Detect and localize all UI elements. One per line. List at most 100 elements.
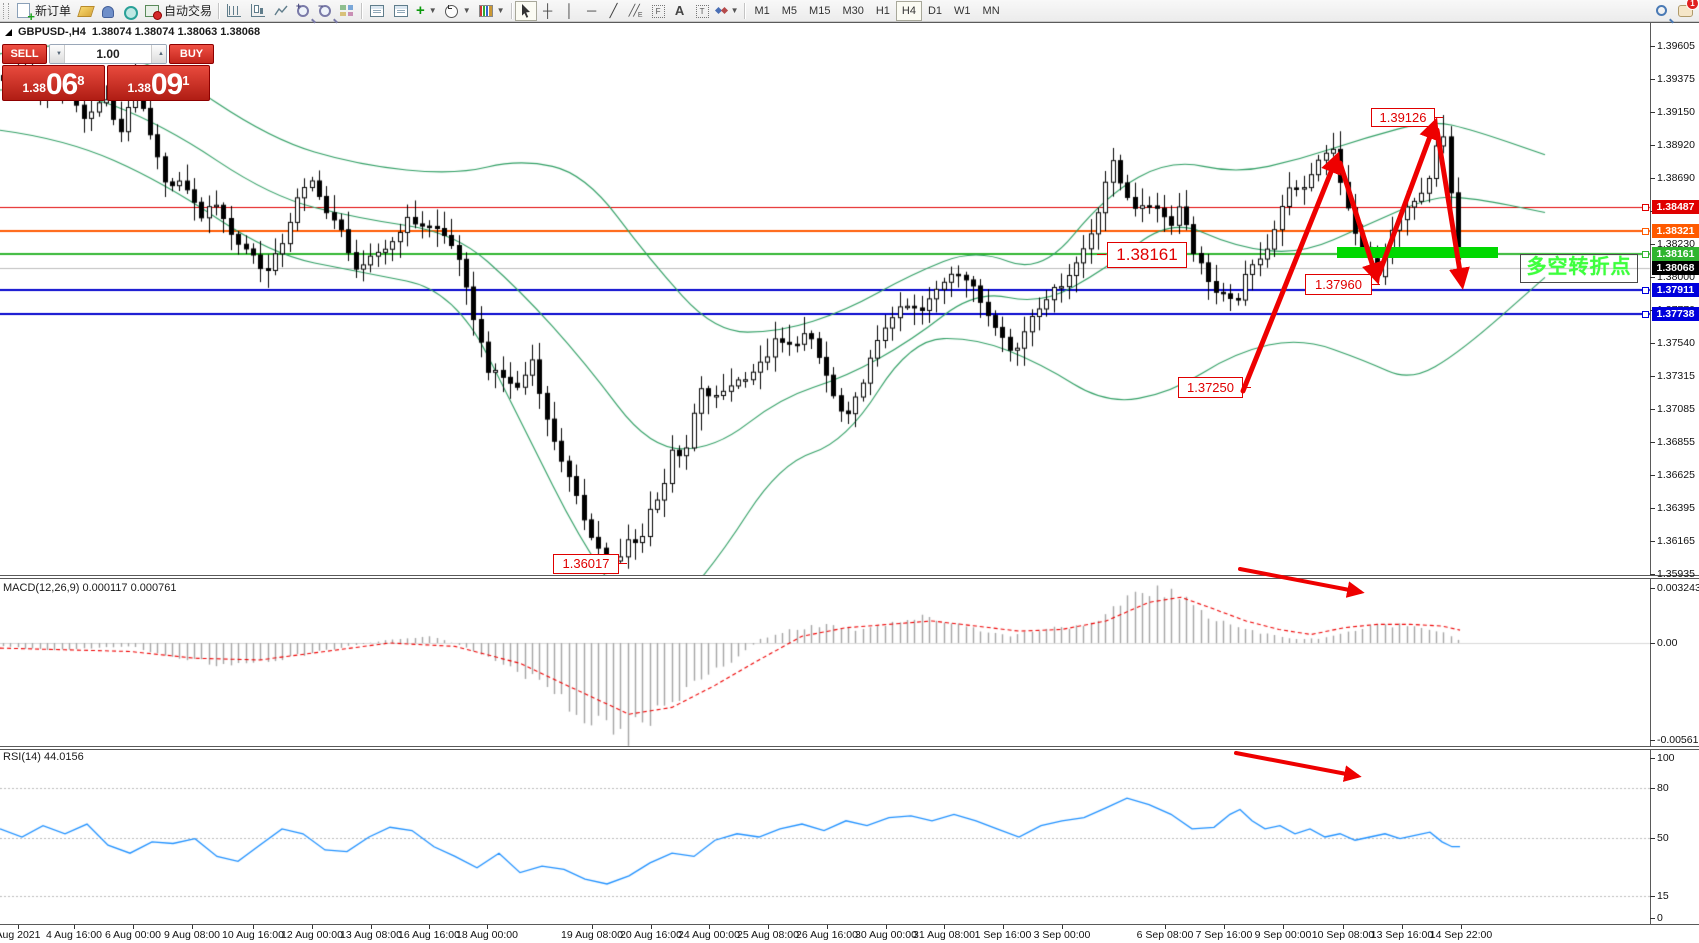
timeframe-button-h4[interactable]: H4 (896, 1, 922, 21)
sell-price-prefix: 1.38 (23, 78, 46, 98)
price-axis-tick-label: 1.38690 (1657, 172, 1695, 184)
signals-button[interactable] (118, 1, 140, 21)
terminal-window: + 新订单 自动交易 + − +▼ ▼ ▼ ┼ │ ─ ╱ ╱╱E F A T … (0, 0, 1699, 943)
indicators-button[interactable]: +▼ (413, 1, 440, 21)
zoom-out-button[interactable]: − (314, 1, 336, 21)
crosshair-tool-button[interactable]: ┼ (537, 1, 559, 21)
volume-increase-button[interactable]: ▲ (151, 45, 166, 63)
cursor-tool-button[interactable] (515, 1, 537, 21)
periods-button[interactable]: ▼ (440, 1, 474, 21)
price-axis-tick-label: 1.38920 (1657, 139, 1695, 151)
timeframe-button-m1[interactable]: M1 (748, 1, 775, 21)
buy-price-prefix: 1.38 (128, 78, 151, 98)
annotation-price-label-1.39126[interactable]: 1.39126 (1371, 108, 1435, 127)
text-label-button[interactable]: T (691, 1, 713, 21)
annotation-label-connector (1097, 254, 1106, 255)
text-tool-button[interactable]: A (669, 1, 691, 21)
candlestick-chart-button[interactable] (246, 1, 270, 21)
community-button[interactable] (96, 1, 118, 21)
sell-price-display[interactable]: 1.38068 (2, 65, 105, 101)
price-tag-1.37738: 1.37738 (1652, 307, 1699, 321)
turning-point-text[interactable]: 多空转折点 (1520, 254, 1638, 283)
price-axis-tick-label: 1.39375 (1657, 73, 1695, 85)
bar-chart-button[interactable] (222, 1, 246, 21)
line-anchor-marker[interactable] (1642, 287, 1649, 294)
annotation-label-connector (1242, 387, 1251, 388)
macd-pane-splitter[interactable] (0, 575, 1699, 579)
horizontal-line-button[interactable]: ─ (581, 1, 603, 21)
chevron-down-icon: ▼ (731, 6, 739, 15)
timeframe-button-h1[interactable]: H1 (870, 1, 896, 21)
timeframe-button-m5[interactable]: M5 (776, 1, 803, 21)
line-anchor-marker[interactable] (1642, 204, 1649, 211)
price-axis-border[interactable] (1650, 23, 1651, 925)
rsi-pane-splitter[interactable] (0, 746, 1699, 750)
timeframe-button-d1[interactable]: D1 (922, 1, 948, 21)
price-axis-tick-label: 1.35935 (1657, 568, 1695, 580)
equidistant-channel-button[interactable]: ╱╱E (625, 1, 647, 21)
line-anchor-marker[interactable] (1642, 251, 1649, 258)
price-tag-1.38068: 1.38068 (1652, 261, 1699, 275)
annotation-label-connector (1371, 284, 1380, 285)
tile-windows-button[interactable] (336, 1, 358, 21)
bar-chart-icon (227, 4, 241, 17)
buy-button[interactable]: BUY (169, 44, 214, 64)
line-chart-icon (273, 3, 289, 19)
search-button[interactable] (1651, 1, 1673, 21)
chart-title-ohlc: 1.38074 1.38074 1.38063 1.38068 (92, 26, 260, 38)
price-axis-tick-mark (1650, 277, 1655, 278)
price-axis-tick-mark (1650, 46, 1655, 47)
templates-button[interactable]: ▼ (474, 1, 508, 21)
candlestick-chart-icon (251, 4, 265, 17)
line-chart-button[interactable] (270, 1, 292, 21)
annotation-price-label-1.37250[interactable]: 1.37250 (1178, 377, 1243, 398)
annotation-price-label-1.37960[interactable]: 1.37960 (1305, 274, 1372, 295)
price-axis-tick-label: 1.39605 (1657, 40, 1695, 52)
time-axis-label: 14 Sep 22:00 (1416, 929, 1506, 941)
line-anchor-marker[interactable] (1642, 311, 1649, 318)
zoom-in-button[interactable]: + (292, 1, 314, 21)
vertical-line-button[interactable]: │ (559, 1, 581, 21)
sell-button[interactable]: SELL (2, 44, 47, 64)
rsi-axis-tick-label: 15 (1657, 890, 1669, 902)
price-axis-tick-mark (1650, 409, 1655, 410)
buy-price-big: 09 (151, 72, 182, 98)
support-zone-bar[interactable] (1337, 247, 1498, 258)
crayon-icon (77, 6, 95, 17)
autotrading-icon (145, 5, 159, 17)
chevron-down-icon: ▼ (497, 6, 505, 15)
timeframe-button-m30[interactable]: M30 (836, 1, 869, 21)
timeframe-button-w1[interactable]: W1 (948, 1, 977, 21)
price-axis-tick-mark (1650, 178, 1655, 179)
annotation-price-label-1.38161[interactable]: 1.38161 (1107, 242, 1187, 268)
fibonacci-button[interactable]: F (647, 1, 669, 21)
notifications-button[interactable]: 1 (1673, 1, 1695, 21)
volume-decrease-button[interactable]: ▼ (50, 45, 65, 63)
price-tag-1.38321: 1.38321 (1652, 224, 1699, 238)
volume-input[interactable] (65, 45, 151, 63)
line-anchor-marker[interactable] (1642, 228, 1649, 235)
arrows-tool-button[interactable]: ▼ (713, 1, 742, 21)
styler-button[interactable] (74, 1, 96, 21)
price-axis-tick-mark (1650, 541, 1655, 542)
trendline-button[interactable]: ╱ (603, 1, 625, 21)
navigator-button[interactable] (389, 1, 413, 21)
new-order-button[interactable]: + 新订单 (12, 1, 74, 21)
buy-price-display[interactable]: 1.38091 (107, 65, 210, 101)
price-chart-canvas[interactable] (0, 0, 1699, 943)
macd-axis-tick-label: 0.003243 (1657, 582, 1699, 594)
data-window-button[interactable] (365, 1, 389, 21)
channel-icon: ╱╱E (628, 3, 644, 19)
timeframe-button-mn[interactable]: MN (977, 1, 1006, 21)
sell-price-sup: 8 (77, 66, 84, 96)
timeframe-button-m15[interactable]: M15 (803, 1, 836, 21)
new-order-icon: + (17, 3, 30, 18)
price-axis-tick-label: 1.36165 (1657, 535, 1695, 547)
annotation-price-label-1.36017[interactable]: 1.36017 (553, 554, 619, 574)
autotrading-button[interactable]: 自动交易 (140, 1, 215, 21)
new-order-label: 新订单 (35, 2, 71, 19)
toolbar-grip[interactable] (3, 3, 9, 19)
fibonacci-icon: F (652, 5, 665, 18)
rsi-indicator-label: RSI(14) 44.0156 (3, 751, 84, 763)
zoom-in-icon: + (297, 5, 309, 17)
